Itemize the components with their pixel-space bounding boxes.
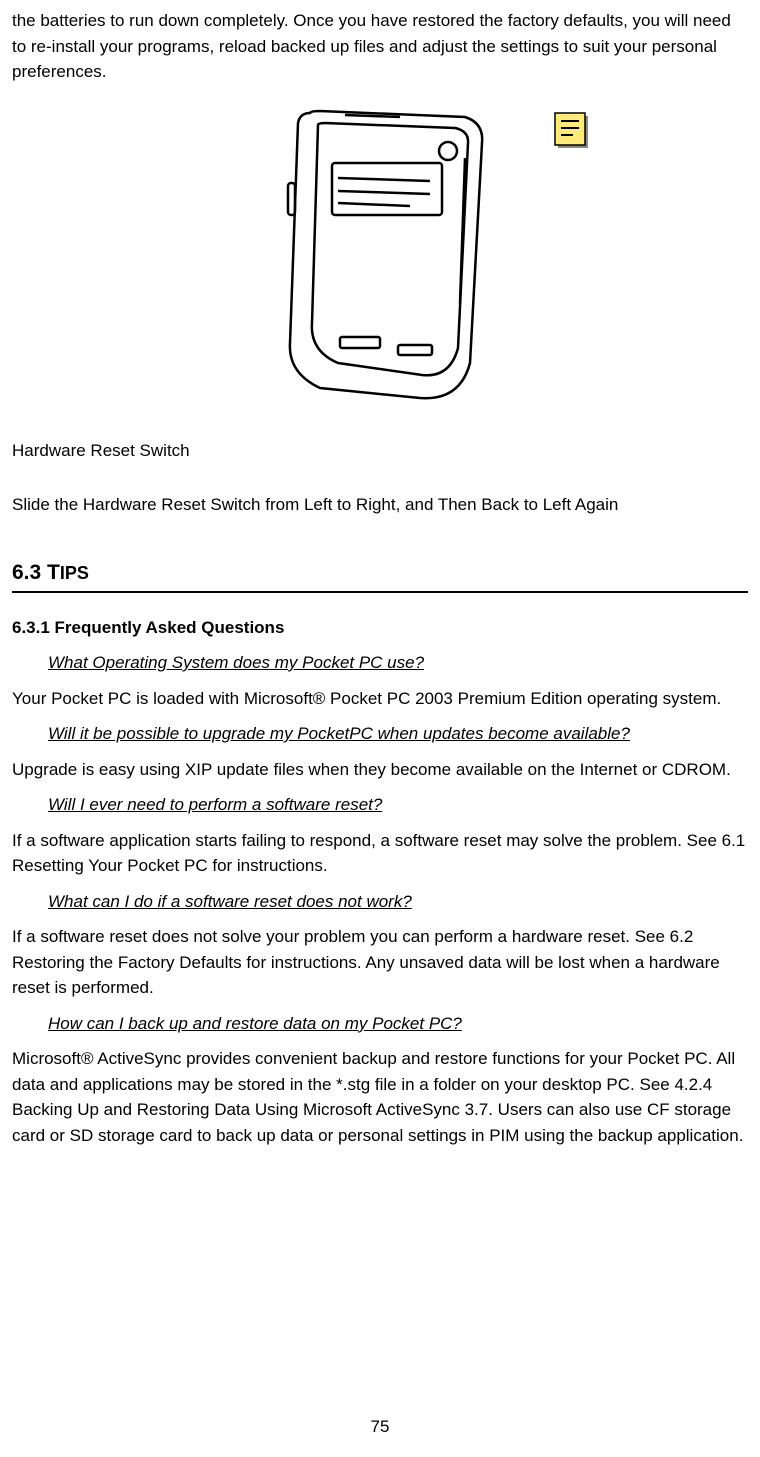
faq-answer: If a software application starts failing… <box>12 828 748 879</box>
faq-answer: Microsoft® ActiveSync provides convenien… <box>12 1046 748 1148</box>
note-icon <box>553 111 593 161</box>
faq-answer: Your Pocket PC is loaded with Microsoft®… <box>12 686 748 712</box>
figure-caption: Hardware Reset Switch <box>12 438 748 464</box>
pocket-pc-outline-icon <box>250 103 510 411</box>
faq-list: What Operating System does my Pocket PC … <box>12 650 748 1148</box>
faq-answer: If a software reset does not solve your … <box>12 924 748 1001</box>
figure-instruction: Slide the Hardware Reset Switch from Lef… <box>12 492 748 518</box>
section-title-cap: T <box>47 561 60 584</box>
faq-question: What Operating System does my Pocket PC … <box>48 650 748 676</box>
subsection-heading: 6.3.1 Frequently Asked Questions <box>12 615 748 641</box>
intro-paragraph: the batteries to run down completely. On… <box>12 8 748 85</box>
faq-question: What can I do if a software reset does n… <box>48 889 748 915</box>
faq-answer: Upgrade is easy using XIP update files w… <box>12 757 748 783</box>
faq-question: Will it be possible to upgrade my Pocket… <box>48 721 748 747</box>
faq-question: How can I back up and restore data on my… <box>48 1011 748 1037</box>
page-number: 75 <box>0 1414 760 1440</box>
section-heading: 6.3 TIPS <box>12 557 748 593</box>
device-figure <box>12 103 748 411</box>
faq-question: Will I ever need to perform a software r… <box>48 792 748 818</box>
section-number: 6.3 <box>12 561 47 584</box>
section-title-small: IPS <box>60 563 89 583</box>
